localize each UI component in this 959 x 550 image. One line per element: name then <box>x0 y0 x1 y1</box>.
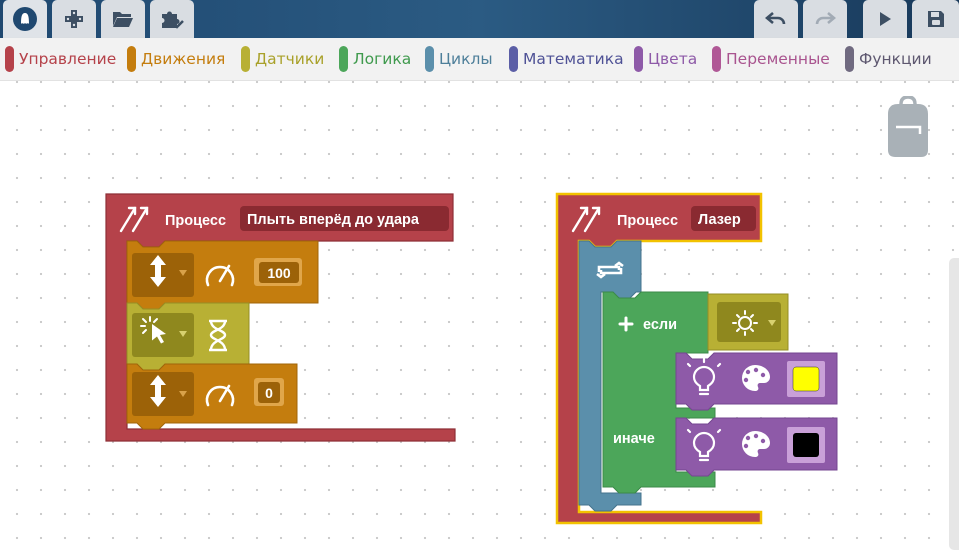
process-block-2[interactable]: Процесс Лазер если иначе <box>555 192 838 525</box>
color-swatch-else[interactable] <box>793 433 819 457</box>
else-label: иначе <box>613 431 655 447</box>
sensor-dropdown[interactable] <box>132 313 194 357</box>
process-2-name: Лазер <box>698 212 741 228</box>
color-swatch-if[interactable] <box>792 366 820 392</box>
process-1-name: Плыть вперёд до удара <box>247 212 420 228</box>
process-1-keyword: Процесс <box>165 213 226 229</box>
speed-value-1: 100 <box>267 265 291 281</box>
speed-value-2: 0 <box>265 385 273 401</box>
process-block-1[interactable]: Процесс Плыть вперёд до удара 100 0 <box>105 193 456 442</box>
process-2-keyword: Процесс <box>617 213 678 229</box>
direction-dropdown-1[interactable] <box>132 253 194 297</box>
if-label: если <box>643 317 677 333</box>
